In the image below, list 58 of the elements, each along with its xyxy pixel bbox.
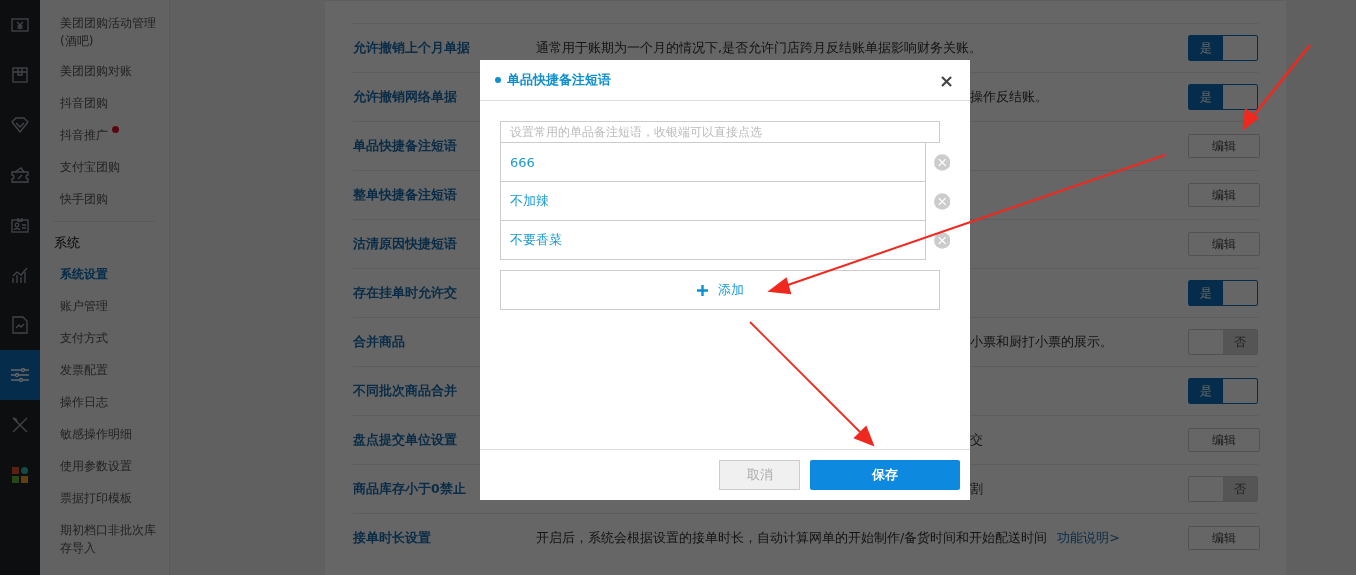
setting-title: 存在挂单时允许交	[353, 284, 457, 302]
setting-title: 允许撤销网络单据	[353, 88, 457, 106]
sidebar-item[interactable]: 操作日志	[54, 392, 169, 424]
plus-icon	[696, 284, 708, 296]
phrase-field[interactable]: 666	[500, 143, 926, 182]
edit-button[interactable]: 编辑	[1188, 526, 1260, 550]
sidebar-item[interactable]: 系统设置	[54, 264, 169, 296]
phrase-field[interactable]: 不加辣	[500, 182, 926, 221]
sidebar-item[interactable]: 敏感操作明细	[54, 424, 169, 456]
sidebar-item[interactable]: 抖音推广	[54, 125, 169, 157]
edit-button[interactable]: 编辑	[1188, 428, 1260, 452]
sidebar-item[interactable]: 美团团购对账	[54, 61, 169, 93]
setting-title: 不同批次商品合并	[353, 382, 457, 400]
setting-description: 小票和厨打小票的展示。	[970, 333, 1113, 349]
add-button[interactable]: 添加	[500, 270, 940, 310]
setting-title: 允许撤销上个月单据	[353, 39, 470, 57]
toggle-switch[interactable]: 是	[1188, 84, 1258, 110]
setting-title: 接单时长设置	[353, 529, 431, 547]
setting-title: 商品库存小于0禁止	[353, 480, 466, 498]
input-field[interactable]: 设置常用的单品备注短语，收银端可以直接点选	[500, 121, 940, 143]
save-button[interactable]: 保存	[810, 460, 960, 490]
close-button[interactable]: ×	[934, 69, 958, 91]
dialog-title: 单品快捷备注短语	[507, 71, 612, 89]
banknote-icon	[11, 17, 29, 33]
edit-button[interactable]: 编辑	[1188, 183, 1260, 207]
sidebar-item[interactable]: 抖音团购	[54, 93, 169, 125]
sidebar-item[interactable]: 期初档口非批次库存导入	[54, 520, 169, 557]
setting-title: 沽清原因快捷短语	[353, 235, 457, 253]
id-card-icon	[11, 217, 29, 233]
sidebar-item[interactable]: 支付宝团购	[54, 157, 169, 189]
report-icon	[12, 316, 28, 334]
toggle-switch[interactable]: 是	[1188, 35, 1258, 61]
ticket-icon	[10, 166, 30, 184]
edit-button[interactable]: 编辑	[1188, 232, 1260, 256]
sidebar-item[interactable]: 美团团购活动管理(酒吧)	[54, 13, 169, 61]
setting-title: 合并商品	[353, 333, 405, 351]
apps-grid-icon	[12, 467, 28, 483]
setting-title: 盘点提交单位设置	[353, 431, 457, 449]
toggle-switch[interactable]: 是	[1188, 280, 1258, 306]
sidebar-item[interactable]: 支付方式	[54, 328, 169, 360]
setting-description: 割	[970, 480, 983, 496]
bar-chart-icon	[11, 266, 29, 284]
setting-description: 操作反结账。	[970, 88, 1048, 104]
box-icon	[11, 66, 29, 84]
edit-button[interactable]: 编辑	[1188, 134, 1260, 158]
setting-title: 单品快捷备注短语	[353, 137, 457, 155]
bullet-icon	[495, 77, 501, 83]
toggle-switch[interactable]: 是	[1188, 378, 1258, 404]
remove-icon[interactable]	[933, 232, 950, 249]
setting-description: 开启后，系统会根据设置的接单时长，自动计算网单的开始制作/备货时间和开始配送时间	[536, 529, 1048, 545]
sidebar-item[interactable]: 账户管理	[54, 296, 169, 328]
setting-title: 整单快捷备注短语	[353, 186, 457, 204]
setting-description: 交	[970, 431, 983, 447]
sidebar-item[interactable]: 快手团购	[54, 189, 169, 221]
diamond-icon	[11, 117, 29, 133]
help-link[interactable]: 功能说明>	[1057, 529, 1120, 545]
sliders-icon	[10, 367, 30, 383]
sidebar-heading: 系统	[54, 234, 81, 252]
